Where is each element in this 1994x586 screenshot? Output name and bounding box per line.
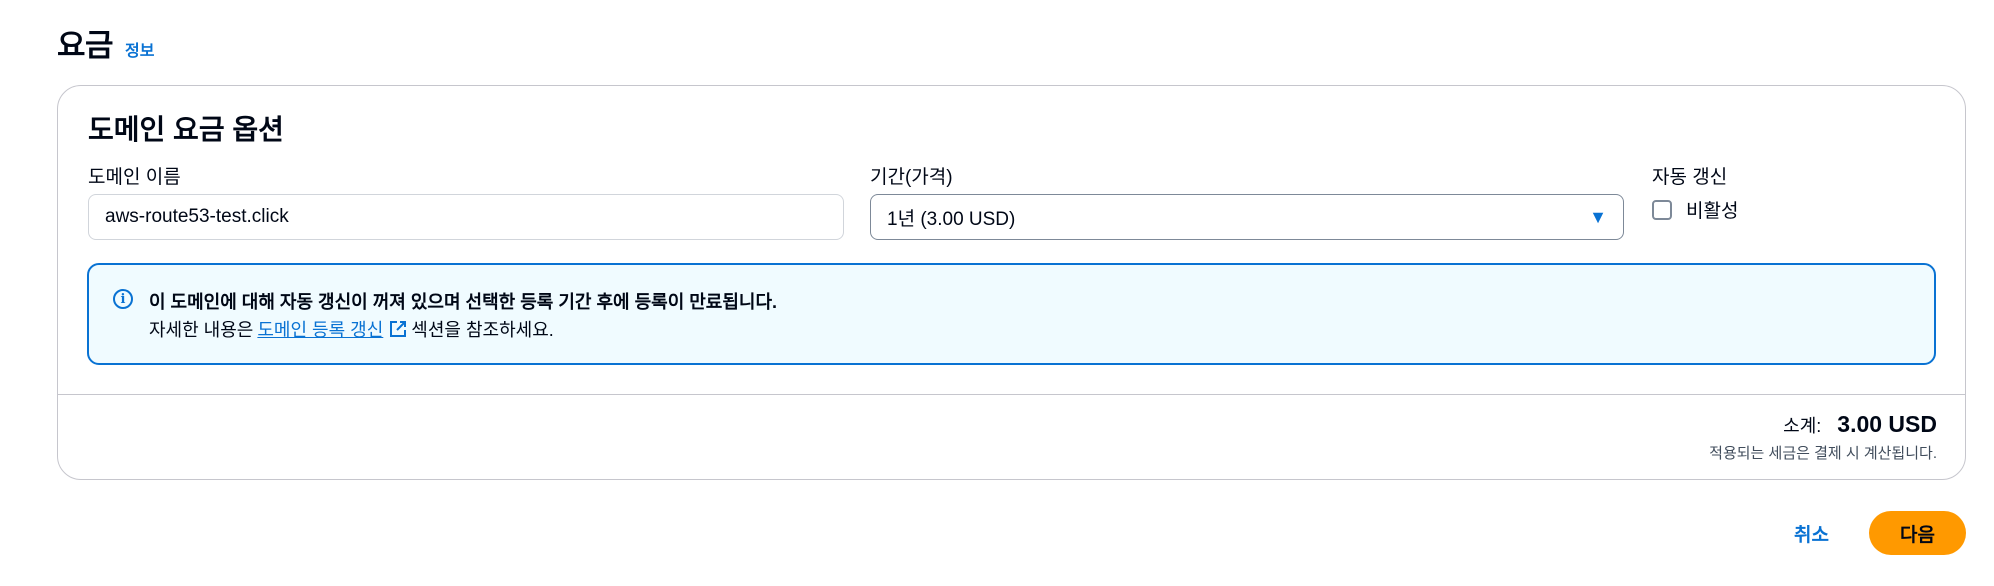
auto-renew-checkbox-label: 비활성 [1686,201,1739,222]
subtotal-row: 소계: 3.00 USD [1783,411,1937,438]
domain-name-input[interactable] [88,194,844,240]
subtotal-value: 3.00 USD [1837,411,1937,437]
container-title: 도메인 요금 옵션 [88,114,284,145]
auto-renew-checkbox-row[interactable]: 비활성 [1652,196,1738,223]
domain-name-label: 도메인 이름 [88,167,181,188]
info-link[interactable]: 정보 [125,37,154,61]
pricing-options-container: 도메인 요금 옵션 도메인 이름 기간(가격) 1년 (3.00 USD) ▼ … [57,85,1966,480]
tax-note: 적용되는 세금은 결제 시 계산됩니다. [1709,445,1937,462]
alert-body: 자세한 내용은 도메인 등록 갱신 섹션을 참조하세요. [149,316,554,342]
duration-selected-value: 1년 (3.00 USD) [887,208,1016,230]
cancel-button[interactable]: 취소 [1782,511,1841,555]
external-link-icon [390,321,407,337]
auto-renew-label: 자동 갱신 [1652,167,1728,188]
duration-select[interactable]: 1년 (3.00 USD) ▼ [870,194,1624,240]
auto-renew-alert: i 이 도메인에 대해 자동 갱신이 꺼져 있으며 선택한 등록 기간 후에 등… [87,263,1936,365]
domain-renewal-link[interactable]: 도메인 등록 갱신 [257,316,407,342]
next-button[interactable]: 다음 [1869,511,1966,555]
auto-renew-checkbox[interactable] [1652,199,1672,220]
info-circle-icon: i [113,289,133,309]
alert-body-prefix: 자세한 내용은 [149,320,254,340]
domain-renewal-link-text: 도메인 등록 갱신 [257,320,384,340]
section-title: 요금 [57,28,114,63]
section-header: 요금 정보 [57,20,155,65]
divider [58,394,1965,395]
alert-header: 이 도메인에 대해 자동 갱신이 꺼져 있으며 선택한 등록 기간 후에 등록이… [149,292,778,312]
subtotal-label: 소계: [1783,416,1822,436]
caret-down-icon: ▼ [1589,206,1607,227]
duration-label: 기간(가격) [870,167,953,188]
alert-body-suffix: 섹션을 참조하세요. [411,320,554,340]
